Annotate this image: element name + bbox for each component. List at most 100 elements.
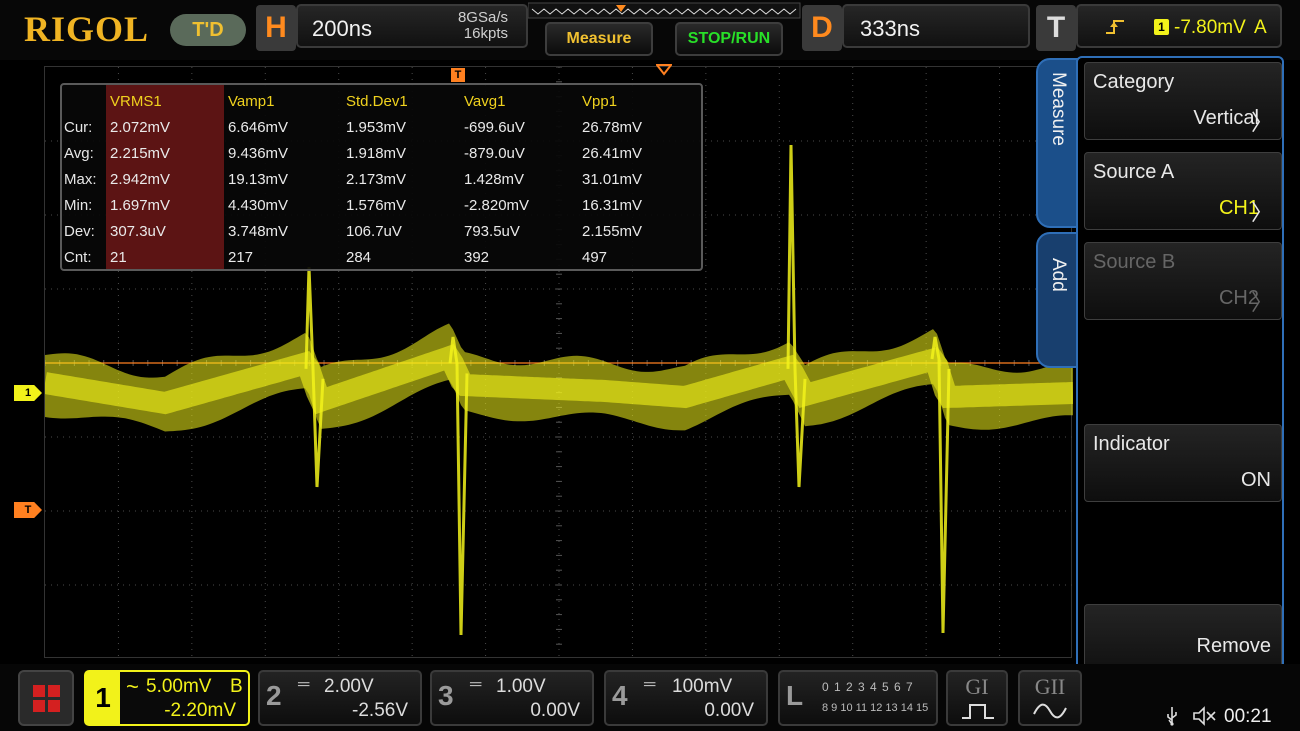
measurement-value: 9.436mV (228, 145, 289, 162)
category-value: Vertical (1193, 107, 1259, 129)
trigger-level-marker[interactable]: T (14, 502, 42, 518)
measurement-value: 2.155mV (582, 223, 643, 240)
clock-time: 00:21 (1224, 706, 1272, 727)
stat-row-label: Max: (64, 171, 97, 188)
square-wave-icon (962, 704, 994, 719)
measurement-value: 793.5uV (464, 223, 520, 240)
stat-row-label: Cur: (64, 119, 93, 136)
source-b-button[interactable]: Source B CH2 〉 (1084, 242, 1282, 320)
channel2-settings[interactable]: 2 ═ 2.00V -2.56V (258, 670, 422, 726)
dc-coupling-icon: ═ (644, 676, 656, 693)
stat-row-label: Dev: (64, 223, 95, 240)
sample-rate: 8GSa/s (457, 9, 508, 26)
measurement-value: 26.41mV (582, 145, 643, 162)
chevron-right-icon: 〉 (1250, 110, 1273, 135)
source-a-label: Source A (1093, 161, 1175, 183)
measurement-value: -879.0uV (464, 145, 525, 162)
measurement-header[interactable]: Std.Dev1 (346, 93, 408, 110)
waveform-overview (528, 2, 801, 19)
channel4-settings[interactable]: 4 ═ 100mV 0.00V (604, 670, 768, 726)
generator2-label: GII (1034, 674, 1066, 699)
usb-icon (1167, 707, 1177, 726)
channel4-offset: 0.00V (704, 700, 754, 721)
bandwidth-limit-badge: B (230, 676, 243, 697)
logic-channels-row2: 8 9 10 11 12 13 14 15 (822, 702, 929, 714)
indicator-value: ON (1241, 469, 1271, 491)
logic-analyzer-settings[interactable]: L 0 1 2 3 4 5 6 7 8 9 10 11 12 13 14 15 (778, 670, 938, 726)
measurement-value: 2.215mV (110, 145, 171, 162)
trigger-letter[interactable]: T (1036, 5, 1076, 51)
grid-menu-icon (33, 685, 60, 712)
trigger-source-badge: 1 (1154, 19, 1169, 35)
tab-add[interactable]: Add (1036, 232, 1078, 368)
tab-measure-label: Measure (1048, 72, 1069, 146)
measurement-value: 1.428mV (464, 171, 525, 188)
measurement-header[interactable]: Vpp1 (582, 93, 617, 110)
chevron-right-icon: 〉 (1250, 200, 1273, 225)
measurement-value: 21 (110, 249, 127, 266)
channel3-settings[interactable]: 3 ═ 1.00V 0.00V (430, 670, 594, 726)
horizontal-settings[interactable]: 200ns 8GSa/s 16kpts (296, 4, 528, 48)
measurement-value: 1.697mV (110, 197, 171, 214)
measurement-value: 26.78mV (582, 119, 643, 136)
generator2-button[interactable]: GII (1018, 670, 1082, 726)
remove-label: Remove (1196, 635, 1271, 657)
measurement-value: 284 (346, 249, 372, 266)
source-a-button[interactable]: Source A CH1 〉 (1084, 152, 1282, 230)
trigger-mode: A (1254, 17, 1267, 38)
generator1-button[interactable]: GI (946, 670, 1008, 726)
channel1-number: 1 (86, 672, 120, 724)
channel2-scale: 2.00V (324, 676, 374, 697)
app-menu-button[interactable] (18, 670, 74, 726)
category-label: Category (1093, 71, 1175, 93)
source-b-label: Source B (1093, 251, 1176, 273)
measurement-header[interactable]: VRMS1 (110, 93, 162, 110)
measurement-header[interactable]: Vamp1 (228, 93, 274, 110)
measurement-table: Cur: Avg: Max: Min: Dev: Cnt: VRMS1 2.072mV 2.21… (60, 83, 703, 271)
ac-coupling-icon: ~ (126, 674, 139, 699)
horizontal-letter[interactable]: H (256, 5, 296, 51)
logic-channels-row1: 0 1 2 3 4 5 6 7 (822, 680, 914, 694)
mute-icon[interactable] (1192, 706, 1218, 726)
stat-row-label: Min: (64, 197, 93, 214)
measure-button[interactable]: Measure (545, 22, 653, 56)
timebase-value: 200ns (312, 16, 372, 41)
top-bar: RIGOL T'D H 200ns 8GSa/s 16kpts Measure … (0, 0, 1300, 60)
channel4-number: 4 (612, 680, 628, 711)
measurement-header[interactable]: Vavg1 (464, 93, 505, 110)
dc-coupling-icon: ═ (298, 676, 310, 693)
chevron-right-icon: 〉 (1250, 290, 1273, 315)
measurement-value: 31.01mV (582, 171, 643, 188)
channel3-offset: 0.00V (530, 700, 580, 721)
measure-menu: Category Vertical 〉 Source A CH1 〉 Sourc… (1076, 56, 1284, 690)
measurement-value: -2.820mV (464, 197, 530, 214)
category-button[interactable]: Category Vertical 〉 (1084, 62, 1282, 140)
measurement-value: 497 (582, 249, 608, 266)
channel1-scale: 5.00mV (146, 676, 212, 697)
trigger-settings[interactable]: 1 -7.80mV A (1076, 4, 1282, 48)
run-mode-indicator[interactable]: T'D (170, 14, 246, 46)
channel1-settings[interactable]: 1 ~ 5.00mV B -2.20mV (84, 670, 250, 726)
measurement-value: 19.13mV (228, 171, 289, 188)
trigger-level: -7.80mV (1174, 17, 1246, 38)
delay-settings[interactable]: 333ns (842, 4, 1030, 48)
measurement-value: 2.072mV (110, 119, 171, 136)
indicator-label: Indicator (1093, 433, 1170, 455)
measurement-value: 1.918mV (346, 145, 407, 162)
delay-letter[interactable]: D (802, 5, 842, 51)
channel2-number: 2 (266, 680, 282, 711)
stop-run-button[interactable]: STOP/RUN (675, 22, 783, 56)
measurement-value: 16.31mV (582, 197, 643, 214)
channel1-marker[interactable]: 1 (14, 385, 42, 401)
measurement-value: 3.748mV (228, 223, 289, 240)
rigol-logo: RIGOL (24, 9, 150, 49)
dc-coupling-icon: ═ (470, 676, 482, 693)
delay-value: 333ns (860, 16, 920, 41)
indicator-button[interactable]: Indicator ON (1084, 424, 1282, 502)
measurement-value: 1.953mV (346, 119, 407, 136)
measurement-value: 217 (228, 249, 254, 266)
generator1-label: GI (965, 674, 989, 699)
measurement-value: 106.7uV (346, 223, 402, 240)
memory-depth: 16kpts (463, 25, 508, 42)
tab-measure[interactable]: Measure (1036, 58, 1078, 228)
